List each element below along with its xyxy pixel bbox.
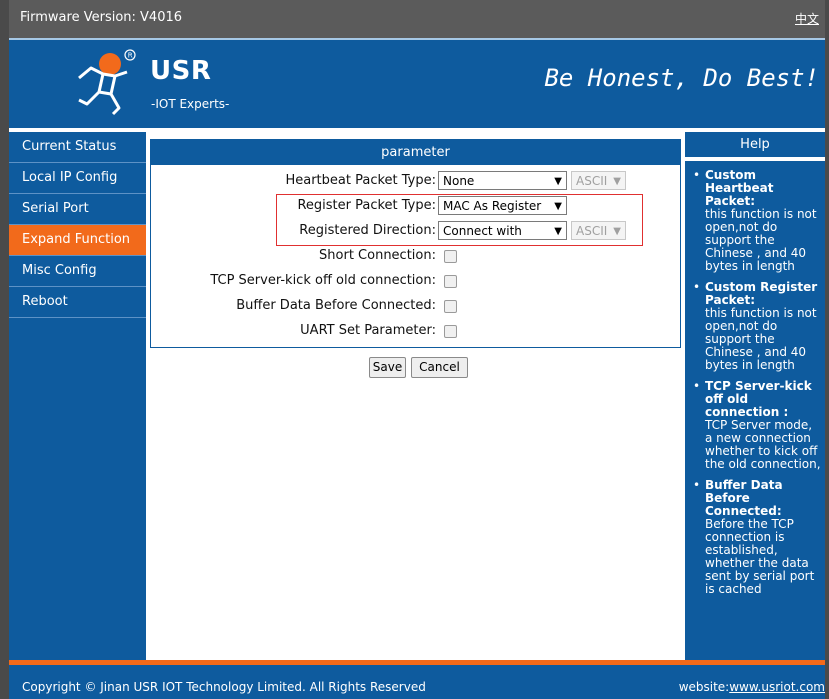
kick-off-row: TCP Server-kick off old connection: <box>151 269 680 293</box>
copyright-text: Copyright © Jinan USR IOT Technology Lim… <box>22 680 426 694</box>
short-connection-label: Short Connection: <box>319 248 436 263</box>
buffer-checkbox[interactable] <box>444 300 457 313</box>
uart-label: UART Set Parameter: <box>300 323 436 338</box>
help-list: Custom Heartbeat Packet: this function i… <box>685 161 825 596</box>
footer: Copyright © Jinan USR IOT Technology Lim… <box>9 665 825 699</box>
website-label: website: <box>678 680 730 694</box>
save-button[interactable]: Save <box>369 357 406 378</box>
heartbeat-row: Heartbeat Packet Type: None ▼ ASCII ▼ <box>151 169 680 193</box>
sidebar-item-local-ip-config[interactable]: Local IP Config <box>9 163 146 194</box>
uart-row: UART Set Parameter: <box>151 319 680 343</box>
highlight-box <box>276 194 643 246</box>
heartbeat-format-value: ASCII <box>576 174 608 188</box>
sidebar-item-misc-config[interactable]: Misc Config <box>9 256 146 287</box>
usr-logo-icon: R <box>78 49 136 116</box>
website-info: website:www.usriot.com <box>679 680 825 694</box>
sidebar-nav: Current Status Local IP Config Serial Po… <box>9 132 146 660</box>
help-item-title: TCP Server-kick off old connection : <box>705 379 812 419</box>
buffer-row: Buffer Data Before Connected: <box>151 294 680 318</box>
svg-text:R: R <box>128 52 133 60</box>
heartbeat-type-value: None <box>443 174 475 188</box>
heartbeat-type-select[interactable]: None ▼ <box>438 171 567 190</box>
help-item: Custom Heartbeat Packet: this function i… <box>693 168 825 273</box>
top-bar: Firmware Version: V4016 中文 <box>9 0 825 38</box>
short-connection-checkbox[interactable] <box>444 250 457 263</box>
help-header: Help <box>685 132 825 161</box>
window-frame-right <box>825 0 829 699</box>
help-item-title: Buffer Data Before Connected: <box>705 478 783 518</box>
brand-tagline: -IOT Experts- <box>151 97 230 111</box>
heartbeat-label: Heartbeat Packet Type: <box>285 173 436 188</box>
help-item-title: Custom Register Packet: <box>705 280 818 307</box>
parameter-header: parameter <box>151 140 680 165</box>
help-item-text: this function is not open,not do support… <box>705 306 817 372</box>
window-frame-left <box>0 0 9 699</box>
help-panel: Help Custom Heartbeat Packet: this funct… <box>685 132 825 660</box>
brand-name: USR <box>150 56 212 86</box>
help-item-title: Custom Heartbeat Packet: <box>705 168 774 208</box>
header-banner: R USR -IOT Experts- Be Honest, Do Best! <box>9 38 825 130</box>
sidebar-item-current-status[interactable]: Current Status <box>9 132 146 163</box>
slogan: Be Honest, Do Best! <box>544 64 819 92</box>
help-item-text: Before the TCP connection is established… <box>705 517 815 596</box>
help-item: Custom Register Packet: this function is… <box>693 280 825 372</box>
firmware-version: Firmware Version: V4016 <box>20 10 183 25</box>
help-item-text: TCP Server mode, a new connection whethe… <box>705 418 821 471</box>
uart-checkbox[interactable] <box>444 325 457 338</box>
kick-off-label: TCP Server-kick off old connection: <box>210 273 436 288</box>
chevron-down-icon: ▼ <box>613 176 621 187</box>
kick-off-checkbox[interactable] <box>444 275 457 288</box>
short-connection-row: Short Connection: <box>151 244 680 268</box>
sidebar-item-expand-function[interactable]: Expand Function <box>9 225 146 256</box>
sidebar-item-serial-port[interactable]: Serial Port <box>9 194 146 225</box>
cancel-button[interactable]: Cancel <box>411 357 468 378</box>
language-link[interactable]: 中文 <box>795 10 819 27</box>
heartbeat-format-select: ASCII ▼ <box>571 171 626 190</box>
help-item: TCP Server-kick off old connection : TCP… <box>693 379 825 471</box>
website-link[interactable]: www.usriot.com <box>729 680 825 694</box>
sidebar-item-reboot[interactable]: Reboot <box>9 287 146 318</box>
buffer-label: Buffer Data Before Connected: <box>236 298 436 313</box>
chevron-down-icon: ▼ <box>554 176 562 187</box>
help-item: Buffer Data Before Connected: Before the… <box>693 478 825 596</box>
help-item-text: this function is not open,not do support… <box>705 207 817 273</box>
